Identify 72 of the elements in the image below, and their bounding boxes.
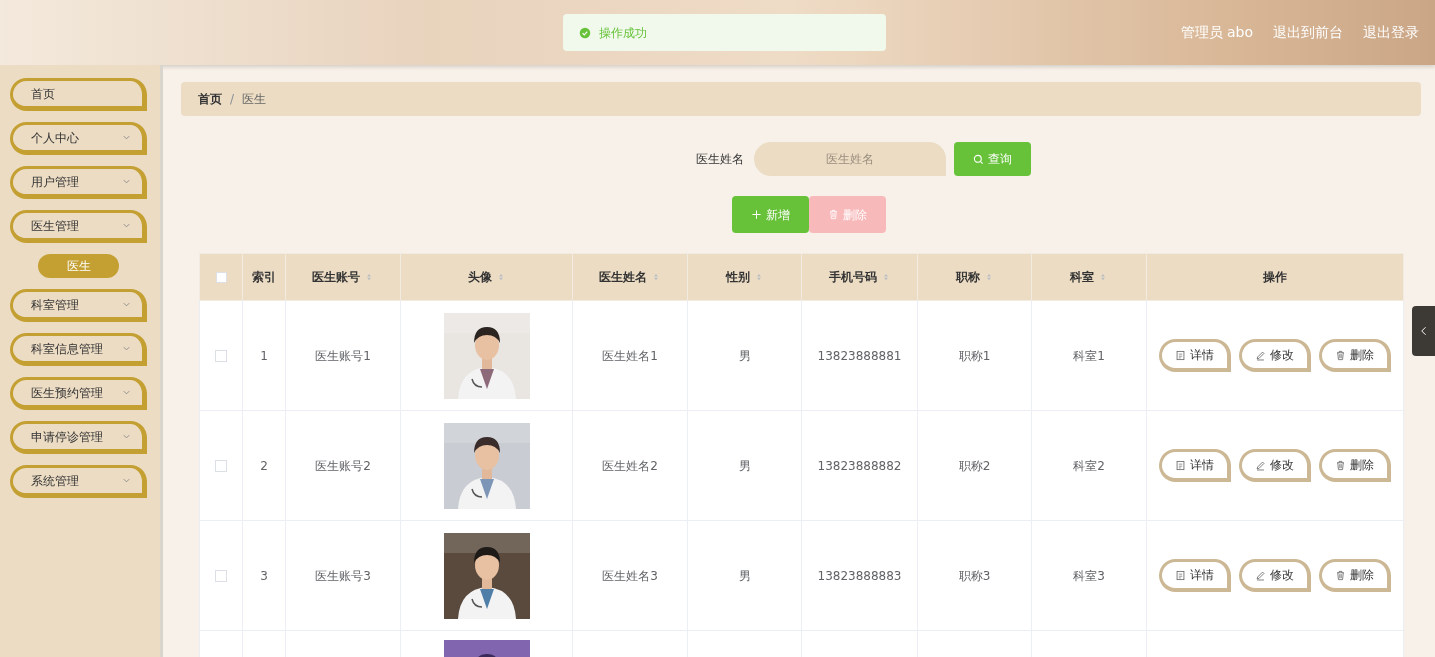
table-cell: 3 [242,520,286,631]
edit-button[interactable]: 修改 [1239,449,1311,482]
table-cell: 医生姓名1 [572,300,688,411]
trash-icon [1335,569,1346,581]
document-icon [1175,459,1186,471]
pencil-icon [1255,569,1266,581]
document-icon [1175,349,1186,361]
table-cell: 医生账号2 [285,410,401,521]
trash-icon [1335,349,1346,361]
column-header: 索引 [242,253,286,301]
column-header[interactable]: 手机号码 [801,253,918,301]
menu-item[interactable]: 科室管理 [10,289,147,322]
table-cell: 医生账号3 [285,520,401,631]
table-cell: 1 [242,300,286,411]
row-checkbox[interactable] [215,350,227,362]
search-field[interactable]: 医生姓名 [754,142,946,176]
column-header[interactable]: 医生账号 [285,253,401,301]
check-icon [579,26,591,39]
table-cell: 职称1 [917,300,1032,411]
table-cell: 医生姓名3 [572,520,688,631]
trash-icon [828,209,839,220]
table-cell: 职称3 [917,520,1032,631]
column-header: 操作 [1146,253,1404,301]
menu-item[interactable]: 系统管理 [10,465,147,498]
select-all-checkbox[interactable] [215,272,227,283]
toast-message: 操作成功 [599,24,647,42]
table-cell: 医生姓名2 [572,410,688,521]
row-delete-button[interactable]: 删除 [1319,339,1391,372]
trash-icon [1335,459,1346,471]
table-cell: 科室3 [1031,520,1147,631]
plus-icon [751,209,762,220]
menu-item[interactable]: 医生管理 [10,210,147,243]
search-icon [973,153,984,165]
table-cell: 职称2 [917,410,1032,521]
menu-item[interactable]: 申请停诊管理 [10,421,147,454]
column-header[interactable]: 职称 [917,253,1032,301]
table-cell: 13823888882 [801,410,918,521]
pencil-icon [1255,459,1266,471]
column-header[interactable]: 医生姓名 [572,253,688,301]
breadcrumb-link[interactable]: 首页 [198,90,222,108]
search-label: 医生姓名 [696,151,744,168]
table-cell: 13823888881 [801,300,918,411]
table-cell: 男 [687,300,802,411]
column-header[interactable]: 头像 [400,253,573,301]
breadcrumb-separator: / [230,91,235,108]
row-checkbox[interactable] [215,570,227,582]
menu-item[interactable]: 医生预约管理 [10,377,147,410]
table-cell: 男 [687,520,802,631]
detail-button[interactable]: 详情 [1159,339,1231,372]
column-header[interactable]: 性别 [687,253,802,301]
detail-button[interactable]: 详情 [1159,559,1231,592]
pencil-icon [1255,349,1266,361]
document-icon [1175,569,1186,581]
row-checkbox[interactable] [215,460,227,472]
table-cell: 13823888883 [801,520,918,631]
table-cell: 医生账号1 [285,300,401,411]
edit-button[interactable]: 修改 [1239,559,1311,592]
table-cell: 2 [242,410,286,521]
table-cell: 科室1 [1031,300,1147,411]
row-delete-button[interactable]: 删除 [1319,449,1391,482]
breadcrumb-link[interactable]: 医生 [242,90,267,108]
detail-button[interactable]: 详情 [1159,449,1231,482]
collapse-tab[interactable] [1412,306,1435,356]
row-delete-button[interactable]: 删除 [1319,559,1391,592]
column-header[interactable]: 科室 [1031,253,1147,301]
menu-item[interactable]: 首页 [10,78,147,111]
menu-item[interactable]: 个人中心 [10,122,147,155]
menu-item[interactable]: 科室信息管理 [10,333,147,366]
table-cell: 科室2 [1031,410,1147,521]
table-cell: 男 [687,410,802,521]
menu-item[interactable]: 用户管理 [10,166,147,199]
edit-button[interactable]: 修改 [1239,339,1311,372]
